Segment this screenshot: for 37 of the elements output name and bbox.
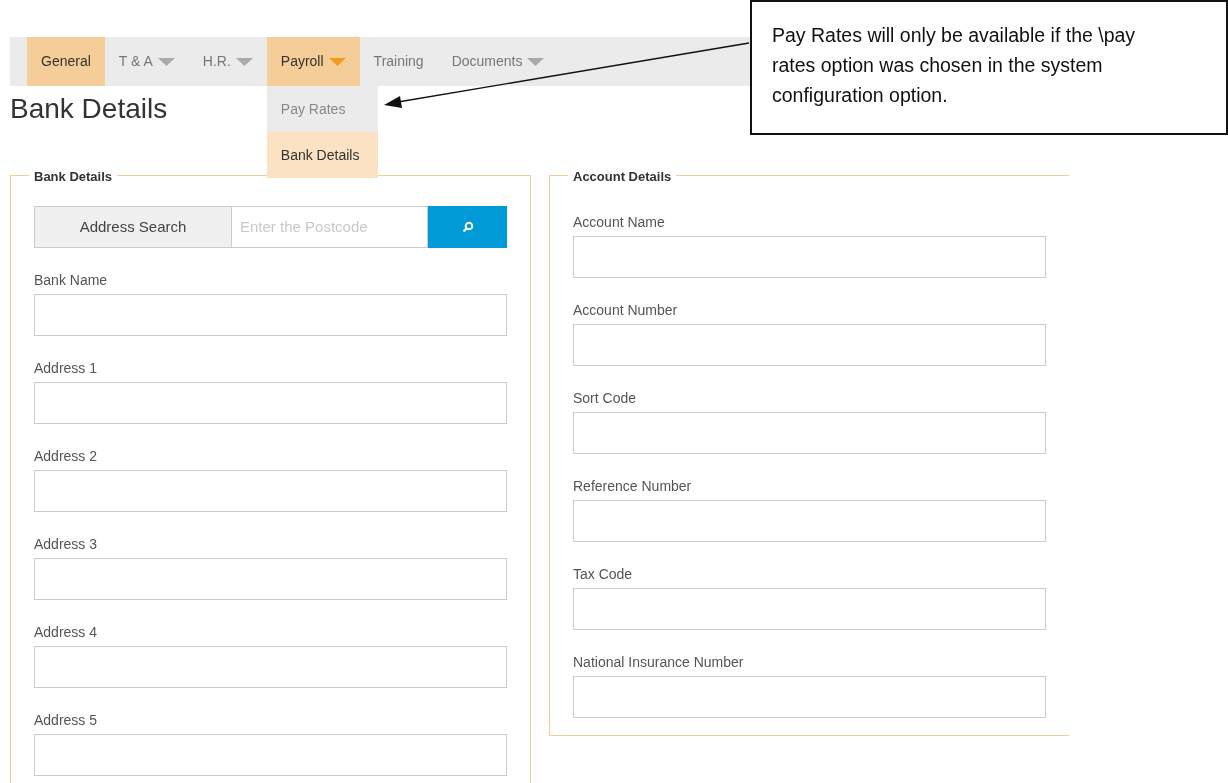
field-label: Address 3 — [34, 536, 99, 553]
field-label: Account Name — [573, 214, 666, 231]
field-label: National Insurance Number — [573, 654, 745, 671]
callout-box: Pay Rates will only be available if the \pay rates option was chosen in the system configuration option. — [750, 0, 1228, 135]
field-label: Sort Code — [573, 390, 638, 407]
input-field[interactable] — [573, 588, 1046, 630]
input-field[interactable] — [573, 412, 1046, 454]
input-field[interactable] — [34, 470, 507, 512]
input-field[interactable] — [34, 646, 507, 688]
dropdown-item[interactable]: Pay Rates — [266, 86, 378, 132]
nav-tab[interactable]: T & A — [104, 37, 189, 86]
input-field[interactable] — [573, 500, 1046, 542]
page-title: Bank Details — [10, 92, 168, 126]
nav-tab[interactable]: Documents — [437, 37, 559, 86]
field-label: Address 4 — [34, 624, 99, 641]
field-label: Account Number — [573, 302, 679, 319]
input-field[interactable] — [573, 324, 1046, 366]
input-field[interactable] — [34, 734, 507, 776]
field-label: Address 1 — [34, 360, 99, 377]
nav-tab[interactable]: General — [27, 37, 105, 86]
nav-tab[interactable]: Training — [359, 37, 438, 86]
input-field[interactable] — [34, 558, 507, 600]
field-label: Reference Number — [573, 478, 693, 495]
field-label: Tax Code — [573, 566, 634, 583]
input-field[interactable] — [573, 236, 1046, 278]
input-field[interactable] — [573, 676, 1046, 718]
field-label: Address 5 — [34, 712, 99, 729]
search-icon — [461, 221, 474, 233]
search-button[interactable] — [428, 206, 507, 248]
input-field[interactable] — [34, 382, 507, 424]
dropdown-item[interactable]: Bank Details — [266, 132, 378, 178]
field-label: Bank Name — [34, 272, 109, 289]
address-search-label: Address Search — [34, 206, 232, 248]
input-field[interactable] — [34, 294, 507, 336]
nav-tab[interactable]: H.R. — [188, 37, 267, 86]
field-label: Address 2 — [34, 448, 99, 465]
nav-tab[interactable]: Payroll — [266, 37, 360, 86]
